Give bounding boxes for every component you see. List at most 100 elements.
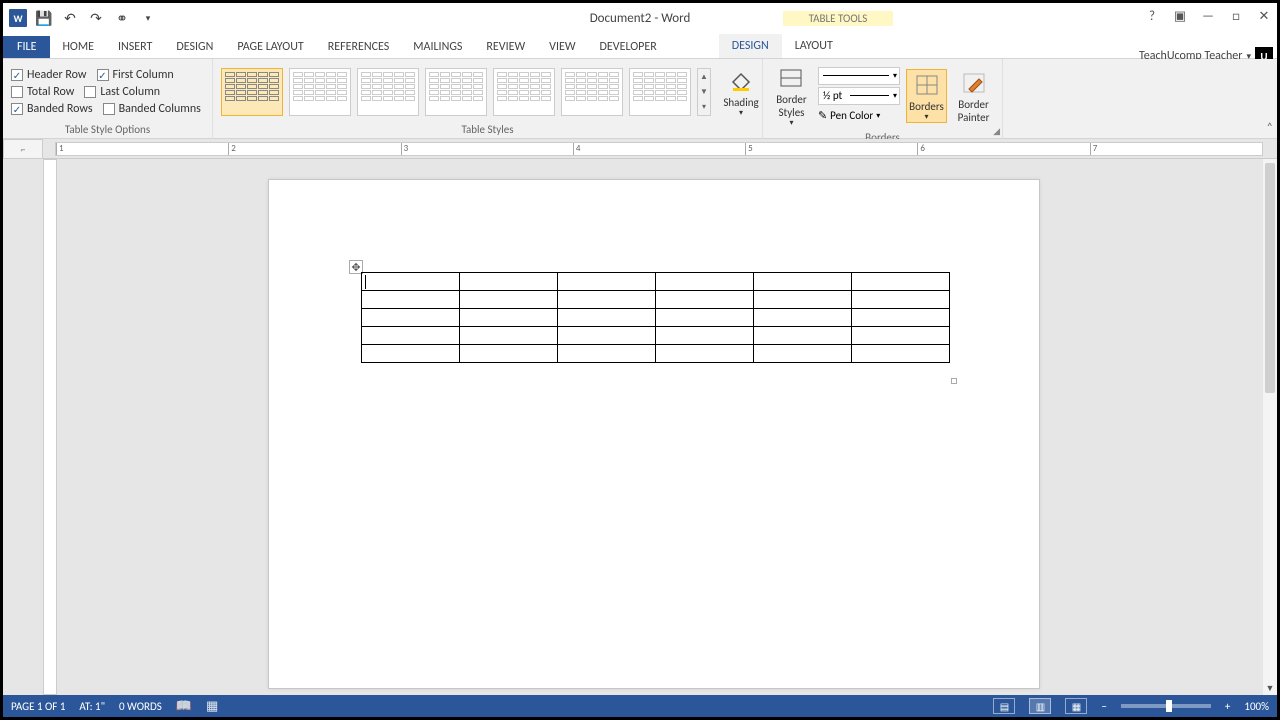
table-cell[interactable] — [460, 309, 558, 327]
table-cell[interactable] — [754, 309, 852, 327]
tab-table-design[interactable]: DESIGN — [719, 34, 782, 58]
tab-insert[interactable]: INSERT — [106, 36, 164, 58]
borders-button[interactable]: Borders▾ — [906, 69, 947, 124]
status-at[interactable]: AT: 1" — [79, 700, 105, 713]
title-bar: W 💾 ↶ ↷ ⚭ ▾ Document2 - Word TABLE TOOLS… — [3, 3, 1277, 33]
table-cell[interactable] — [656, 345, 754, 363]
gallery-more-icon[interactable]: ▾ — [698, 100, 710, 115]
print-layout-icon[interactable]: ▥ — [1029, 698, 1051, 714]
table-cell[interactable] — [852, 309, 950, 327]
horizontal-ruler[interactable]: 1234567 — [55, 142, 1263, 156]
table-style-2[interactable] — [289, 68, 351, 116]
chk-banded-columns[interactable]: Banded Columns — [103, 102, 201, 116]
tab-file[interactable]: FILE — [3, 36, 50, 58]
gallery-up-icon[interactable]: ▲ — [698, 69, 710, 84]
table-cell[interactable] — [362, 327, 460, 345]
vertical-scrollbar[interactable]: ▲ ▼ — [1263, 159, 1277, 695]
chk-total-row[interactable]: Total Row — [11, 85, 74, 99]
table-cell[interactable] — [460, 345, 558, 363]
chk-first-column[interactable]: ✓First Column — [97, 68, 174, 82]
vertical-ruler[interactable] — [43, 159, 57, 695]
gallery-down-icon[interactable]: ▼ — [698, 84, 710, 99]
tab-design-main[interactable]: DESIGN — [164, 36, 225, 58]
tab-review[interactable]: REVIEW — [474, 36, 537, 58]
collapse-ribbon-icon[interactable]: ˄ — [1267, 121, 1273, 135]
ribbon-options-icon[interactable]: ▣ — [1171, 7, 1189, 25]
table-styles-scroll[interactable]: ▲ ▼ ▾ — [697, 68, 711, 116]
help-icon[interactable]: ? — [1143, 7, 1161, 25]
table-cell[interactable] — [852, 291, 950, 309]
read-mode-icon[interactable]: ▤ — [993, 698, 1015, 714]
table-cell[interactable] — [362, 291, 460, 309]
table-cell[interactable] — [656, 273, 754, 291]
table-cell[interactable] — [558, 345, 656, 363]
table-cell[interactable] — [558, 273, 656, 291]
status-words[interactable]: 0 WORDS — [119, 700, 162, 713]
scroll-thumb[interactable] — [1265, 163, 1275, 393]
tab-mailings[interactable]: MAILINGS — [401, 36, 474, 58]
table-cell[interactable] — [754, 327, 852, 345]
ruler-corner[interactable]: ⌐ — [3, 139, 43, 159]
table-style-3[interactable] — [357, 68, 419, 116]
border-painter-button[interactable]: Border Painter — [953, 68, 994, 124]
table-style-4[interactable] — [425, 68, 487, 116]
table-cell[interactable] — [362, 309, 460, 327]
relationships-icon[interactable]: ⚭ — [113, 9, 131, 27]
line-style-select[interactable]: ▾ — [818, 67, 900, 85]
pen-color-button[interactable]: ✎Pen Color▾ — [818, 107, 900, 125]
close-icon[interactable]: ✕ — [1255, 7, 1273, 25]
table-cell[interactable] — [558, 327, 656, 345]
table-cell[interactable] — [656, 291, 754, 309]
table-style-5[interactable] — [493, 68, 555, 116]
redo-icon[interactable]: ↷ — [87, 9, 105, 27]
chk-header-row[interactable]: ✓Header Row — [11, 68, 87, 82]
qat-more-icon[interactable]: ▾ — [139, 9, 157, 27]
table-cell[interactable] — [656, 309, 754, 327]
chk-banded-rows[interactable]: ✓Banded Rows — [11, 102, 93, 116]
border-styles-button[interactable]: Border Styles▾ — [771, 63, 812, 129]
table-cell[interactable] — [852, 345, 950, 363]
minimize-icon[interactable]: — — [1199, 7, 1217, 25]
zoom-out-icon[interactable]: − — [1101, 700, 1106, 713]
tab-view[interactable]: VIEW — [537, 36, 587, 58]
table-cell[interactable] — [754, 291, 852, 309]
tab-developer[interactable]: DEVELOPER — [588, 36, 669, 58]
tab-page-layout[interactable]: PAGE LAYOUT — [225, 36, 315, 58]
table-cell[interactable] — [362, 273, 460, 291]
table-cell[interactable] — [460, 327, 558, 345]
save-icon[interactable]: 💾 — [35, 9, 53, 27]
line-weight-select[interactable]: ½ pt▾ — [818, 87, 900, 105]
tab-references[interactable]: REFERENCES — [316, 36, 402, 58]
table-style-7[interactable] — [629, 68, 691, 116]
maximize-icon[interactable]: □ — [1227, 7, 1245, 25]
table-cell[interactable] — [362, 345, 460, 363]
table-cell[interactable] — [460, 291, 558, 309]
table-cell[interactable] — [852, 327, 950, 345]
table-resize-handle[interactable] — [951, 378, 957, 384]
macro-icon[interactable]: ▦ — [206, 699, 218, 714]
table-cell[interactable] — [754, 273, 852, 291]
document-page[interactable]: ✥ — [268, 179, 1040, 689]
table-cell[interactable] — [656, 327, 754, 345]
status-page[interactable]: PAGE 1 OF 1 — [11, 700, 65, 713]
zoom-slider[interactable] — [1121, 704, 1211, 708]
zoom-in-icon[interactable]: + — [1225, 700, 1230, 713]
chk-last-column[interactable]: Last Column — [84, 85, 160, 99]
tab-table-layout[interactable]: LAYOUT — [782, 34, 846, 58]
scroll-down-icon[interactable]: ▼ — [1263, 681, 1277, 695]
table-cell[interactable] — [558, 291, 656, 309]
zoom-level[interactable]: 100% — [1244, 700, 1269, 713]
table-cell[interactable] — [754, 345, 852, 363]
borders-dialog-launcher[interactable]: ◢ — [993, 126, 1000, 137]
document-table[interactable] — [361, 272, 950, 363]
table-cell[interactable] — [460, 273, 558, 291]
table-style-6[interactable] — [561, 68, 623, 116]
shading-button[interactable]: Shading▾ — [717, 66, 765, 119]
table-cell[interactable] — [852, 273, 950, 291]
spellcheck-icon[interactable]: 📖 — [176, 699, 192, 714]
table-cell[interactable] — [558, 309, 656, 327]
tab-home[interactable]: HOME — [50, 36, 106, 58]
web-layout-icon[interactable]: ▦ — [1065, 698, 1087, 714]
table-style-grid[interactable] — [221, 68, 283, 116]
undo-icon[interactable]: ↶ — [61, 9, 79, 27]
